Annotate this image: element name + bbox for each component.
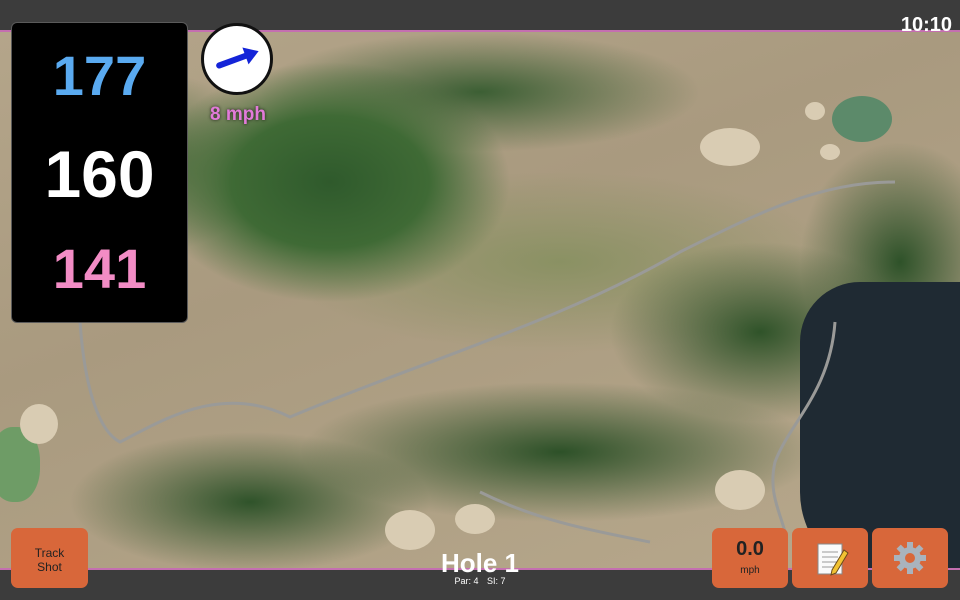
wind-speed-unit: mph <box>740 565 760 576</box>
notes-button[interactable] <box>792 528 868 588</box>
notepad-icon <box>817 543 849 576</box>
track-shot-button[interactable]: Track Shot <box>11 528 88 588</box>
front-distance: 141 <box>52 237 147 300</box>
track-shot-label: Track Shot <box>34 546 65 574</box>
wind-speed-label: 8 mph <box>210 104 266 125</box>
hole-si: SI: 7 <box>487 576 506 586</box>
hole-title: Hole 1 <box>440 548 520 578</box>
hole-par: Par: 4 <box>454 576 479 586</box>
hole-info: Par: 4 SI: 7 <box>380 576 580 586</box>
settings-button[interactable] <box>872 528 948 588</box>
gear-icon <box>894 542 926 574</box>
wind-arrow-icon <box>216 47 259 69</box>
wind-speed-value: 0.0 <box>736 538 764 560</box>
wind-direction-dial <box>201 23 273 95</box>
back-distance: 177 <box>52 44 147 107</box>
clock: 10:10 <box>900 14 952 36</box>
center-distance: 160 <box>44 137 155 211</box>
distance-panel: 177 160 141 <box>11 22 188 323</box>
wind-speed-button[interactable]: 0.0 mph <box>712 528 788 588</box>
